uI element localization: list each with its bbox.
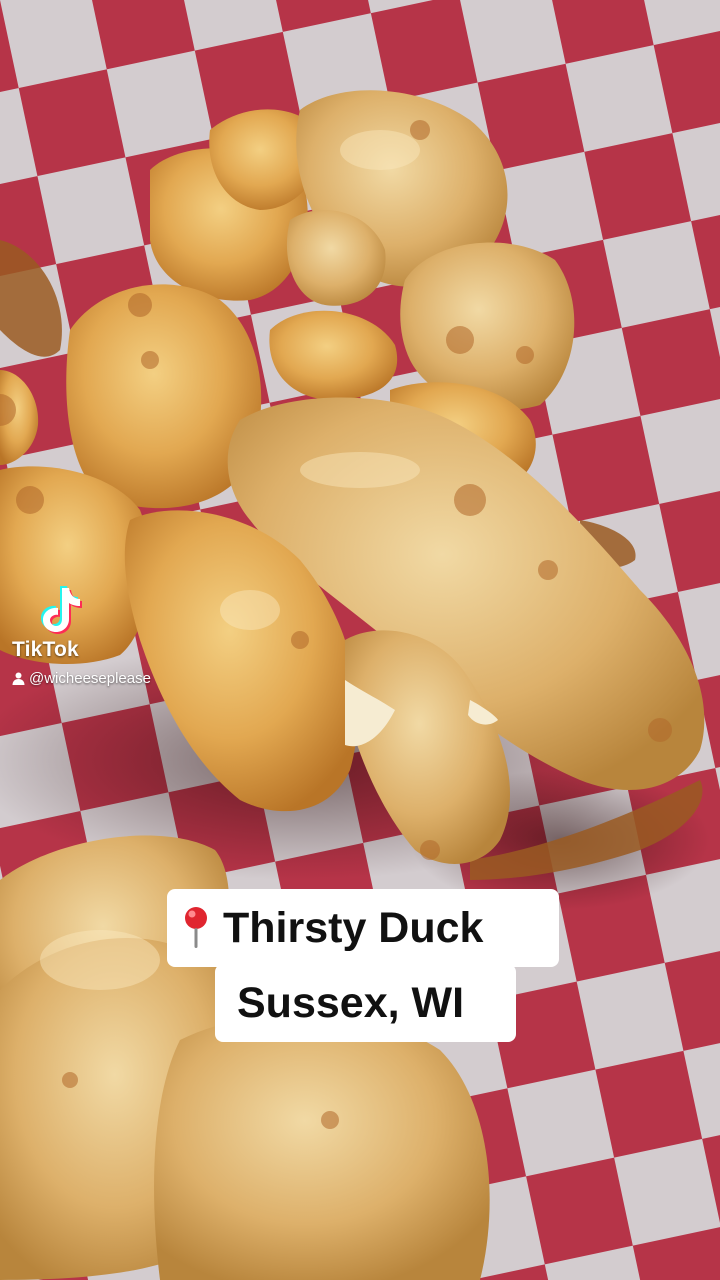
red-pushpin-icon: [185, 907, 207, 948]
tiktok-logo-icon: [41, 586, 82, 634]
caption-place-name: Thirsty Duck: [223, 903, 484, 952]
tiktok-brand-text: TikTok: [12, 638, 79, 661]
caption-line-2: Sussex, WI: [215, 964, 516, 1042]
creator-handle: @wicheeseplease: [12, 670, 212, 687]
caption-line-1: Thirsty Duck: [167, 889, 559, 967]
person-icon: [12, 672, 25, 685]
caption-location: Sussex, WI: [237, 978, 465, 1027]
tiktok-watermark: TikTok @wicheeseplease: [12, 584, 212, 687]
creator-handle-text: @wicheeseplease: [29, 670, 151, 687]
